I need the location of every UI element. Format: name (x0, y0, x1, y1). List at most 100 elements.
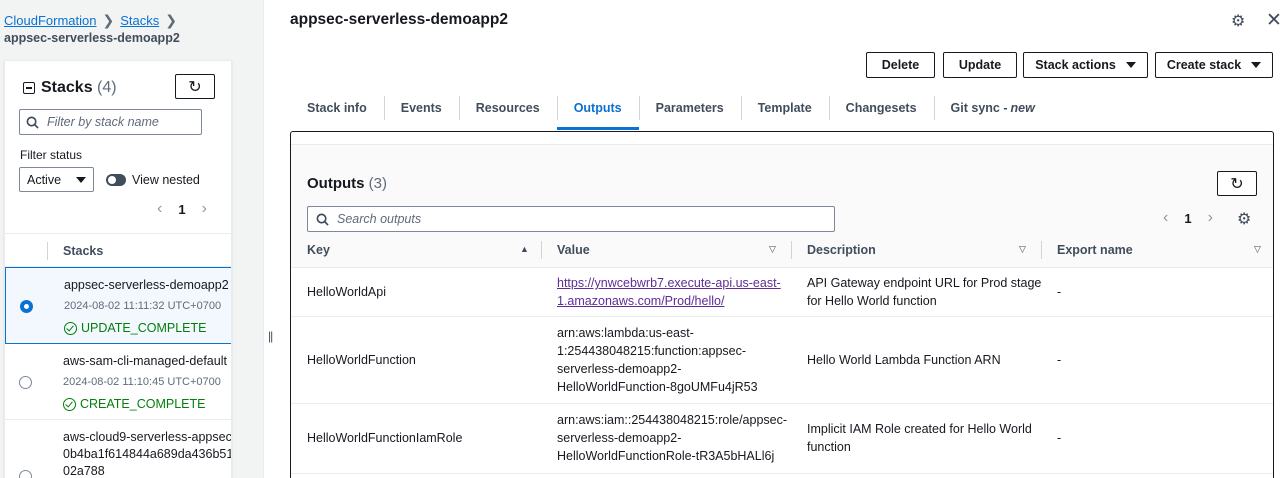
column-value[interactable]: Value (557, 243, 590, 257)
caret-down-icon (1125, 62, 1136, 68)
stack-status: CREATE_COMPLETE (63, 397, 206, 411)
view-nested-toggle[interactable] (106, 174, 126, 186)
filter-stack-input[interactable]: Filter by stack name (19, 109, 202, 135)
stack-date: 2024-08-02 11:11:32 UTC+0700 (64, 300, 222, 312)
stack-name[interactable]: appsec-serverless-demoapp2 (64, 278, 229, 292)
tab-changesets[interactable]: Changesets (828, 92, 934, 124)
output-description-line: API Gateway endpoint URL for Prod stage (807, 276, 1042, 290)
search-placeholder: Search outputs (337, 212, 422, 226)
caret-down-icon (1251, 62, 1262, 68)
refresh-stacks-button[interactable]: ↻ (175, 74, 215, 99)
output-description: Hello World Lambda Function ARN (807, 353, 1001, 367)
page-number[interactable]: 1 (1184, 211, 1191, 226)
delete-button[interactable]: Delete (866, 52, 935, 78)
refresh-icon: ↻ (1230, 175, 1244, 193)
panel-resize-handle[interactable]: || (268, 329, 273, 343)
tab-stack-info[interactable]: Stack info (290, 92, 384, 124)
sort-icon[interactable]: ▽ (1254, 244, 1261, 255)
filter-placeholder: Filter by stack name (47, 115, 159, 129)
stack-row[interactable]: appsec-serverless-demoapp2 2024-08-02 11… (5, 267, 231, 344)
close-icon[interactable]: ✕ (1266, 9, 1280, 32)
stack-name-line[interactable]: aws-cloud9-serverless-appsec- (63, 430, 231, 444)
stack-row[interactable]: aws-cloud9-serverless-appsec- 0b4ba1f614… (5, 420, 231, 478)
filter-status-label: Filter status (20, 148, 83, 162)
collapse-icon[interactable] (23, 82, 35, 94)
search-icon (316, 213, 329, 226)
caret-down-icon (76, 176, 86, 183)
stacks-side-panel: CloudFormation ❯ Stacks ❯ appsec-serverl… (0, 0, 264, 478)
gear-icon[interactable]: ⚙ (1231, 11, 1245, 31)
search-outputs-input[interactable]: Search outputs (307, 206, 835, 232)
output-value-line[interactable]: 1.amazonaws.com/Prod/hello/ (557, 294, 724, 308)
output-value-line[interactable]: https://ynwcebwrb7.execute-api.us-east- (557, 276, 781, 290)
stack-status-text: UPDATE_COMPLETE (81, 321, 207, 335)
table-row: HelloWorldFunction arn:aws:lambda:us-eas… (291, 317, 1273, 404)
output-key: HelloWorldFunctionIamRole (307, 431, 463, 445)
tab-events[interactable]: Events (383, 92, 459, 124)
stack-tabs: Stack info Events Resources Outputs Para… (290, 92, 1052, 130)
stack-actions-button[interactable]: Stack actions (1023, 52, 1148, 78)
column-description[interactable]: Description (807, 243, 876, 257)
column-divider (1041, 241, 1042, 259)
output-value-line: 1:254438048215:function:appsec- (557, 344, 747, 358)
table-settings-gear-icon[interactable]: ⚙ (1237, 209, 1251, 229)
stack-row[interactable]: aws-sam-cli-managed-default 2024-08-02 1… (5, 344, 231, 420)
tab-git-sync-label: Git sync - (950, 101, 1008, 115)
stacks-title: Stacks (4) (41, 79, 117, 97)
search-icon (26, 116, 39, 129)
column-key[interactable]: Key (307, 243, 330, 257)
create-stack-label: Create stack (1166, 58, 1242, 72)
output-description: API Gateway endpoint URL for Prod stage … (807, 274, 1041, 310)
output-value-link[interactable]: https://ynwcebwrb7.execute-api.us-east- … (557, 274, 781, 310)
next-page-icon[interactable]: › (202, 200, 207, 218)
update-label: Update (958, 58, 1002, 72)
breadcrumb-stacks[interactable]: Stacks (120, 13, 159, 28)
tab-template[interactable]: Template (740, 92, 829, 124)
stack-name[interactable]: aws-sam-cli-managed-default (63, 354, 227, 368)
output-value-line: HelloWorldFunction-8goUMFu4jR53 (557, 380, 758, 394)
outputs-count: (3) (368, 175, 388, 192)
refresh-outputs-button[interactable]: ↻ (1217, 171, 1257, 196)
refresh-icon: ↻ (188, 78, 202, 96)
column-export-name[interactable]: Export name (1057, 243, 1133, 257)
new-badge: new (1010, 101, 1035, 115)
previous-page-icon[interactable]: ‹ (1163, 209, 1168, 227)
tab-outputs[interactable]: Outputs (556, 92, 639, 130)
chevron-right-icon: ❯ (165, 12, 177, 28)
tab-resources[interactable]: Resources (458, 92, 557, 124)
previous-page-icon[interactable]: ‹ (157, 200, 162, 218)
output-value: arn:aws:lambda:us-east- 1:254438048215:f… (557, 324, 758, 396)
next-page-icon[interactable]: › (1208, 209, 1213, 227)
sort-icon[interactable]: ▽ (1019, 244, 1026, 255)
tab-parameters[interactable]: Parameters (638, 92, 741, 124)
outputs-table-header: Key ▲ Value ▽ Description ▽ Export name … (291, 233, 1273, 268)
output-value-line: serverless-demoapp2- (557, 362, 682, 376)
output-export-name: - (1057, 285, 1062, 299)
outputs-pagination: ‹ 1 › (1163, 209, 1213, 227)
success-icon (63, 397, 76, 411)
breadcrumb: CloudFormation ❯ Stacks ❯ (4, 12, 177, 29)
column-divider (541, 241, 542, 259)
breadcrumb-cloudformation[interactable]: CloudFormation (4, 13, 97, 28)
update-button[interactable]: Update (943, 52, 1017, 78)
stack-radio[interactable] (19, 376, 32, 389)
stacks-column-label: Stacks (63, 244, 104, 258)
stack-actions-label: Stack actions (1035, 58, 1116, 72)
output-value-line: serverless-demoapp2- (557, 431, 682, 445)
sort-icon[interactable]: ▽ (769, 244, 776, 255)
sort-ascending-icon[interactable]: ▲ (520, 244, 529, 254)
filter-status-select[interactable]: Active (19, 167, 94, 192)
table-row: HelloWorldFunctionIamRole arn:aws:iam::2… (291, 404, 1273, 474)
output-value-line: HelloWorldFunctionRole-tR3A5bHALl6j (557, 449, 775, 463)
stack-radio[interactable] (19, 470, 32, 478)
output-export-name: - (1057, 431, 1062, 445)
stack-name-line[interactable]: 0b4ba1f614844a689da436b516 (63, 447, 231, 461)
page-number[interactable]: 1 (178, 202, 185, 217)
output-description-line: for Hello World function (807, 294, 937, 308)
table-row: HelloWorldApi https://ynwcebwrb7.execute… (291, 268, 1273, 317)
create-stack-button[interactable]: Create stack (1155, 52, 1273, 78)
tab-git-sync[interactable]: Git sync - new (933, 92, 1052, 124)
output-key: HelloWorldApi (307, 285, 386, 299)
stack-radio-selected[interactable] (20, 300, 33, 313)
stack-name-line[interactable]: 02a788 (63, 464, 105, 478)
